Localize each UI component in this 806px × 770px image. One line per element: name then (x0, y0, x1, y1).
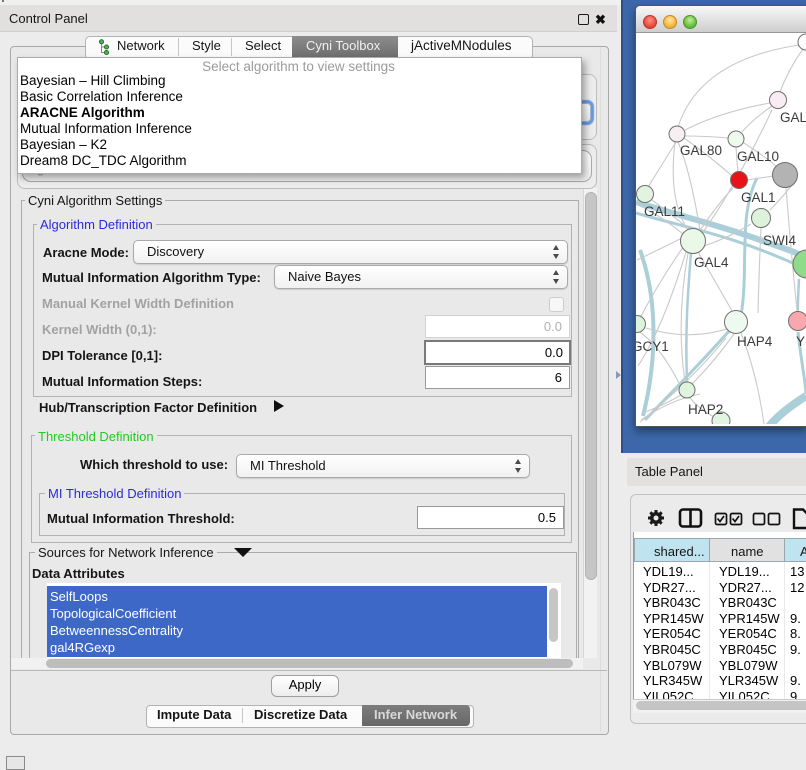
svg-text:GAL: GAL (780, 110, 806, 125)
svg-text:GAL1: GAL1 (741, 190, 776, 205)
svg-text:GCY1: GCY1 (636, 339, 669, 354)
svg-text:Y: Y (796, 334, 805, 349)
svg-text:HAP2: HAP2 (688, 402, 723, 417)
svg-text:SWI4: SWI4 (763, 233, 796, 248)
svg-text:GAL10: GAL10 (737, 149, 779, 164)
svg-text:GAL80: GAL80 (680, 143, 722, 158)
svg-text:HAP4: HAP4 (737, 334, 773, 349)
svg-text:GAL11: GAL11 (644, 204, 685, 219)
svg-text:GAL4: GAL4 (694, 255, 729, 270)
